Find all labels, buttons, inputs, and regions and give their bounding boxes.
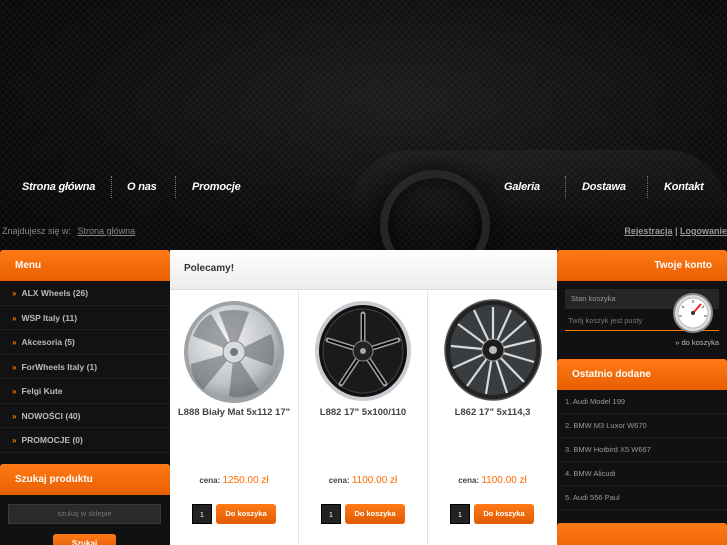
- header-banner: [0, 0, 727, 280]
- nav-divider: [111, 176, 112, 198]
- account-heading: Twoje konto: [557, 250, 727, 281]
- nav-promos[interactable]: Promocje: [192, 181, 241, 193]
- product-price: cena: 1100.00 zł: [299, 475, 427, 486]
- product-name[interactable]: L888 Biały Mat 5x112 17": [170, 407, 298, 418]
- menu-item[interactable]: » ALX Wheels (26): [0, 281, 170, 306]
- breadcrumb: Znajdujesz się w: Strona główna: [2, 226, 135, 236]
- price-label: cena:: [458, 476, 480, 485]
- product-card: L882 17" 5x100/110 cena: 1100.00 zł 1 Do…: [299, 290, 428, 545]
- product-grid: L888 Biały Mat 5x112 17" cena: 1250.00 z…: [170, 290, 557, 545]
- wheel-image[interactable]: [313, 298, 413, 404]
- product-card: L862 17" 5x114,3 cena: 1100.00 zł 1 Do k…: [428, 290, 557, 545]
- chevron-right-icon: »: [12, 289, 17, 298]
- speedometer-icon: [673, 293, 713, 333]
- wheel-image[interactable]: [179, 298, 289, 406]
- search-input[interactable]: [8, 503, 161, 524]
- recent-item[interactable]: 4. BMW Alicudi: [557, 462, 727, 486]
- add-to-cart-button[interactable]: Do koszyka: [345, 504, 405, 524]
- price-value: 1100.00 zł: [351, 475, 398, 486]
- login-link[interactable]: Logowanie: [680, 226, 727, 236]
- quantity-field[interactable]: 1: [450, 504, 470, 524]
- breadcrumb-prefix: Znajdujesz się w:: [2, 226, 72, 236]
- product-price: cena: 1100.00 zł: [428, 475, 557, 486]
- recent-item[interactable]: 3. BMW Hotbird X5 W667: [557, 438, 727, 462]
- nav-divider: [175, 176, 176, 198]
- chevron-right-icon: »: [12, 387, 17, 396]
- recent-heading: Ostatnio dodane: [557, 359, 727, 390]
- menu-item[interactable]: » WSP Italy (11): [0, 305, 170, 330]
- price-label: cena:: [199, 476, 221, 485]
- left-sidebar: Menu » ALX Wheels (26) » WSP Italy (11) » A…: [0, 250, 170, 545]
- price-value: 1100.00 zł: [481, 475, 527, 486]
- menu-item-label: PROMOCJE (0): [21, 435, 83, 445]
- search-button[interactable]: Szukaj: [53, 533, 116, 545]
- breadcrumb-home-link[interactable]: Strona główna: [78, 226, 136, 236]
- menu-item[interactable]: » Felgi Kute: [0, 379, 170, 404]
- price-value: 1250.00 zł: [222, 475, 269, 486]
- category-menu: » ALX Wheels (26) » WSP Italy (11) » Akceso…: [0, 281, 170, 453]
- menu-item-label: WSP Italy (11): [21, 312, 78, 323]
- menu-item-label: ALX Wheels (26): [21, 288, 89, 298]
- product-price: cena: 1250.00 zł: [170, 475, 298, 486]
- go-to-cart-link[interactable]: » do koszyka: [557, 338, 727, 347]
- nav-gallery[interactable]: Galeria: [504, 181, 540, 193]
- register-link[interactable]: Rejestracja: [624, 226, 672, 236]
- search-heading: Szukaj produktu: [0, 463, 170, 495]
- add-to-cart-button[interactable]: Do koszyka: [216, 504, 276, 524]
- auth-separator: |: [672, 226, 680, 236]
- nav-delivery[interactable]: Dostawa: [582, 181, 626, 193]
- quantity-field[interactable]: 1: [321, 504, 341, 524]
- nav-about[interactable]: O nas: [127, 181, 157, 193]
- nav-home[interactable]: Strona główna: [22, 181, 95, 193]
- menu-item[interactable]: » ForWheels Italy (1): [0, 354, 170, 379]
- product-card: L888 Biały Mat 5x112 17" cena: 1250.00 z…: [170, 290, 299, 545]
- chevron-right-icon: »: [12, 411, 17, 421]
- menu-heading: Menu: [0, 250, 170, 281]
- menu-item[interactable]: » PROMOCJE (0): [0, 428, 170, 453]
- chevron-right-icon: »: [12, 362, 17, 372]
- menu-item[interactable]: » NOWOŚCI (40): [0, 403, 170, 428]
- menu-item-label: Felgi Kute: [21, 386, 63, 396]
- auth-links: Rejestracja | Logowanie: [624, 226, 727, 236]
- wheel-image[interactable]: [443, 298, 543, 402]
- menu-item[interactable]: » Akcesoria (5): [0, 330, 170, 355]
- chevron-right-icon: »: [12, 313, 17, 323]
- price-label: cena:: [328, 476, 350, 485]
- chevron-right-icon: »: [12, 436, 17, 445]
- right-sidebar: Twoje konto Stan koszyka Twój koszyk jes…: [557, 250, 727, 545]
- nav-divider: [647, 176, 648, 198]
- product-name[interactable]: L882 17" 5x100/110: [299, 407, 427, 418]
- recent-item[interactable]: 1. Audi Model 199: [557, 390, 727, 414]
- nav-divider: [565, 176, 566, 198]
- sidebar-heading-partial: [557, 523, 727, 545]
- featured-section: Polecamy! L888 Biały Mat 5x112 17" cena:…: [170, 250, 557, 545]
- featured-heading: Polecamy!: [170, 250, 557, 290]
- menu-item-label: ForWheels Italy (1): [21, 361, 98, 372]
- recent-item[interactable]: 2. BMW M3 Luxor W670: [557, 414, 727, 438]
- recent-item[interactable]: 5. Audi 556 Paul: [557, 486, 727, 510]
- recent-list: 1. Audi Model 199 2. BMW M3 Luxor W670 3…: [557, 390, 727, 510]
- menu-item-label: Akcesoria (5): [21, 337, 75, 347]
- quantity-field[interactable]: 1: [192, 504, 212, 524]
- nav-contact[interactable]: Kontakt: [664, 181, 704, 193]
- product-name[interactable]: L862 17" 5x114,3: [428, 407, 557, 418]
- add-to-cart-button[interactable]: Do koszyka: [474, 504, 534, 524]
- chevron-right-icon: »: [12, 338, 17, 347]
- menu-item-label: NOWOŚCI (40): [21, 410, 81, 421]
